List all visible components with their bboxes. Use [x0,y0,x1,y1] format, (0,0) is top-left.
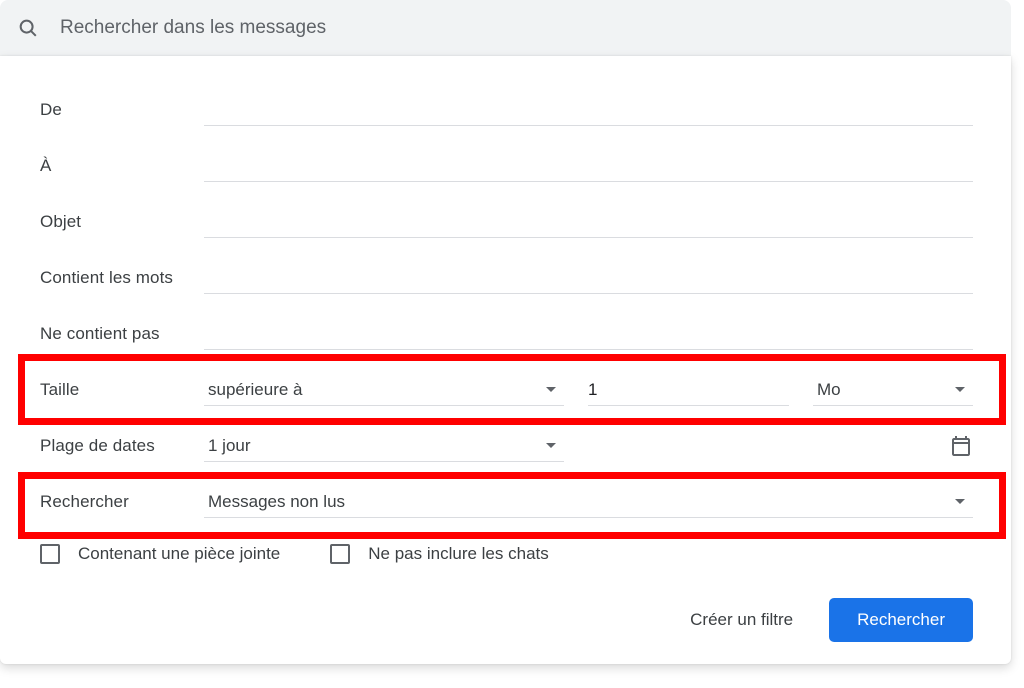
label-date-range: Plage de dates [40,436,204,456]
select-date-range[interactable]: 1 jour [204,430,564,462]
label-to: À [40,156,204,176]
select-size-unit[interactable]: Mo [813,374,973,406]
chevron-down-icon [955,499,965,504]
row-date-range: Plage de dates 1 jour [40,418,973,474]
checkbox-box-icon [330,544,350,564]
search-button[interactable]: Rechercher [829,598,973,642]
input-size-value[interactable] [588,374,789,406]
input-to[interactable] [204,150,973,182]
create-filter-button[interactable]: Créer un filtre [680,602,803,638]
checkbox-exclude-chats[interactable]: Ne pas inclure les chats [330,544,548,564]
search-icon[interactable] [16,16,40,40]
input-from[interactable] [204,94,973,126]
advanced-search-panel: De À Objet Contient les mots Ne contient… [0,56,1011,664]
select-size-comparator[interactable]: supérieure à [204,374,564,406]
label-has-words: Contient les mots [40,268,204,288]
checkbox-exclude-chats-label: Ne pas inclure les chats [368,544,548,564]
select-size-unit-value: Mo [817,380,841,400]
row-from: De [40,82,973,138]
calendar-icon[interactable] [949,434,973,458]
checkbox-row: Contenant une pièce jointe Ne pas inclur… [40,530,973,582]
row-subject: Objet [40,194,973,250]
select-search-in[interactable]: Messages non lus [204,486,973,518]
search-bar [0,0,1011,56]
checkbox-has-attachment-label: Contenant une pièce jointe [78,544,280,564]
chevron-down-icon [955,387,965,392]
input-subject[interactable] [204,206,973,238]
label-not-has: Ne contient pas [40,324,204,344]
chevron-down-icon [546,443,556,448]
label-size: Taille [40,380,204,400]
select-date-range-value: 1 jour [208,436,251,456]
row-has-words: Contient les mots [40,250,973,306]
row-to: À [40,138,973,194]
label-subject: Objet [40,212,204,232]
input-not-has[interactable] [204,318,973,350]
checkbox-has-attachment[interactable]: Contenant une pièce jointe [40,544,280,564]
select-size-comparator-value: supérieure à [208,380,303,400]
row-not-has: Ne contient pas [40,306,973,362]
label-from: De [40,100,204,120]
input-has-words[interactable] [204,262,973,294]
row-search-in: Rechercher Messages non lus [40,474,973,530]
label-search-in: Rechercher [40,492,204,512]
search-input[interactable] [60,17,995,39]
row-size: Taille supérieure à Mo [40,362,973,418]
select-search-in-value: Messages non lus [208,492,345,512]
checkbox-box-icon [40,544,60,564]
actions-row: Créer un filtre Rechercher [40,582,973,642]
chevron-down-icon [546,387,556,392]
